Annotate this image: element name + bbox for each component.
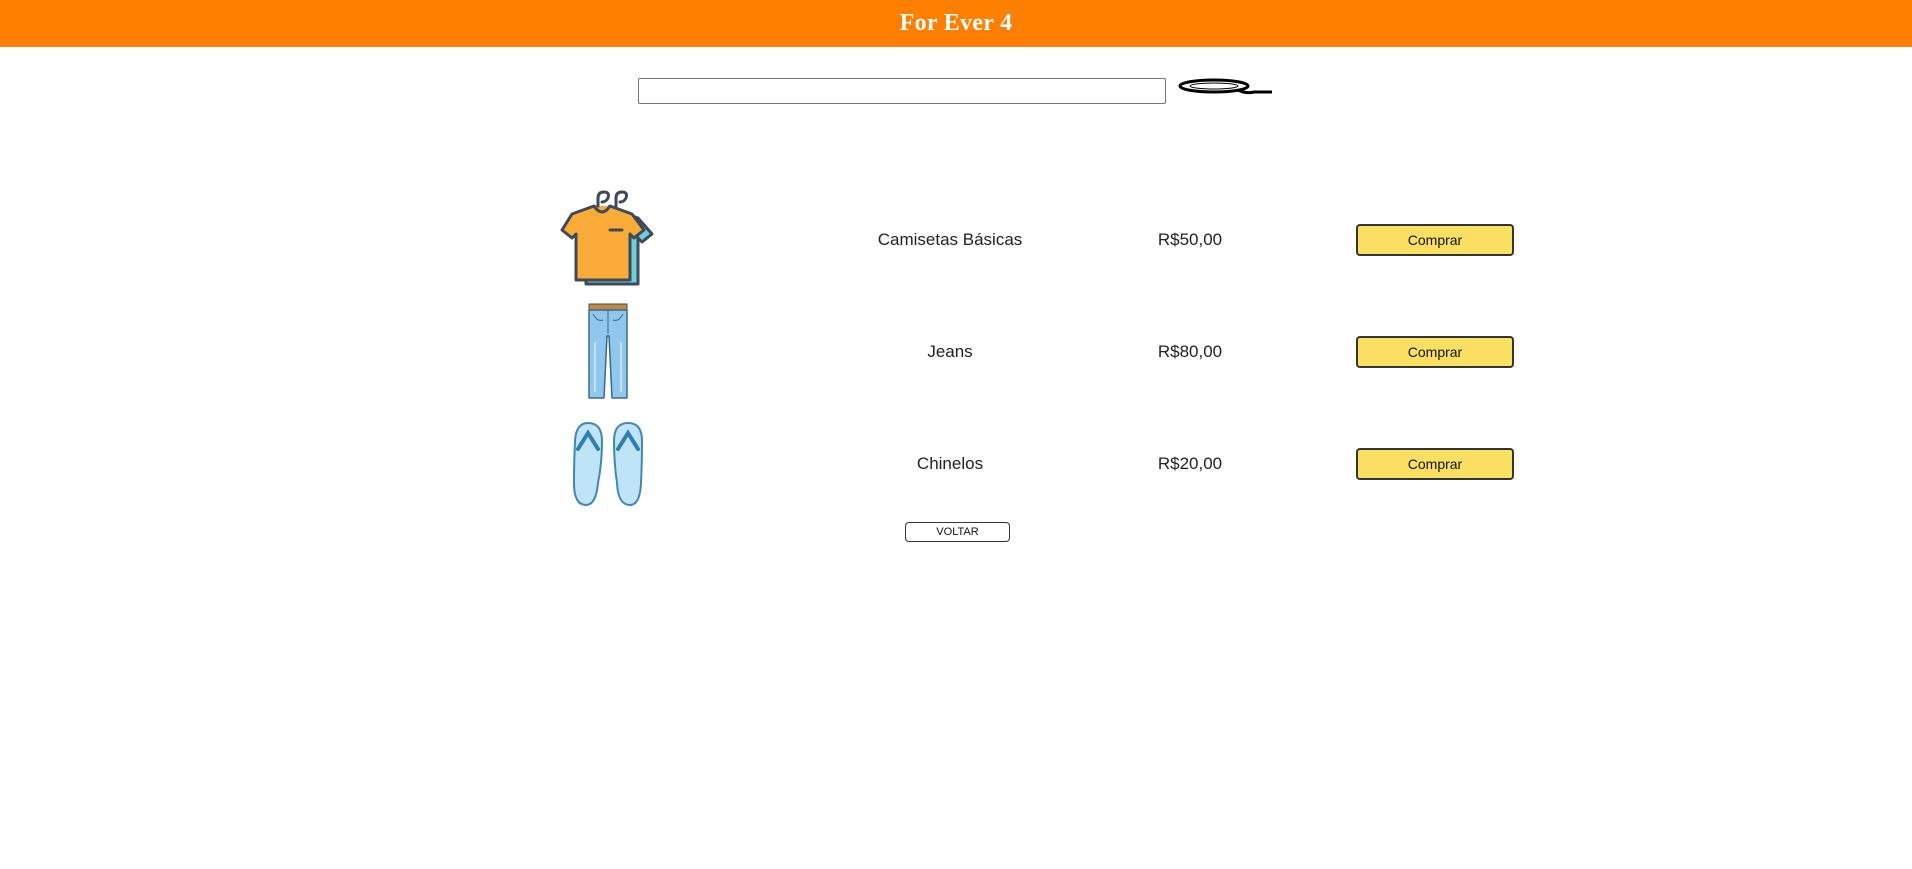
jeans-icon xyxy=(540,296,676,408)
back-button[interactable]: VOLTAR xyxy=(905,522,1010,542)
product-name: Camisetas Básicas xyxy=(877,230,1023,249)
buy-button[interactable]: Comprar xyxy=(1356,448,1514,480)
product-row: Camisetas Básicas R$50,00 Comprar xyxy=(540,184,1540,296)
buy-button[interactable]: Comprar xyxy=(1356,336,1514,368)
product-name: Jeans xyxy=(927,342,973,361)
search-icon[interactable] xyxy=(1176,78,1272,98)
product-name: Chinelos xyxy=(916,454,984,473)
product-row: Jeans R$80,00 Comprar xyxy=(540,296,1540,408)
buy-button[interactable]: Comprar xyxy=(1356,224,1514,256)
t-shirt-icon xyxy=(540,184,676,296)
product-row: Chinelos R$20,00 Comprar xyxy=(540,408,1540,520)
product-price: R$80,00 xyxy=(1157,342,1223,361)
page-title: For Ever 4 xyxy=(899,10,1013,36)
product-price: R$20,00 xyxy=(1157,454,1223,473)
search-input[interactable] xyxy=(638,78,1166,104)
product-price: R$50,00 xyxy=(1157,230,1223,249)
header-bar: For Ever 4 xyxy=(0,0,1912,47)
flip-flops-icon xyxy=(540,408,676,520)
